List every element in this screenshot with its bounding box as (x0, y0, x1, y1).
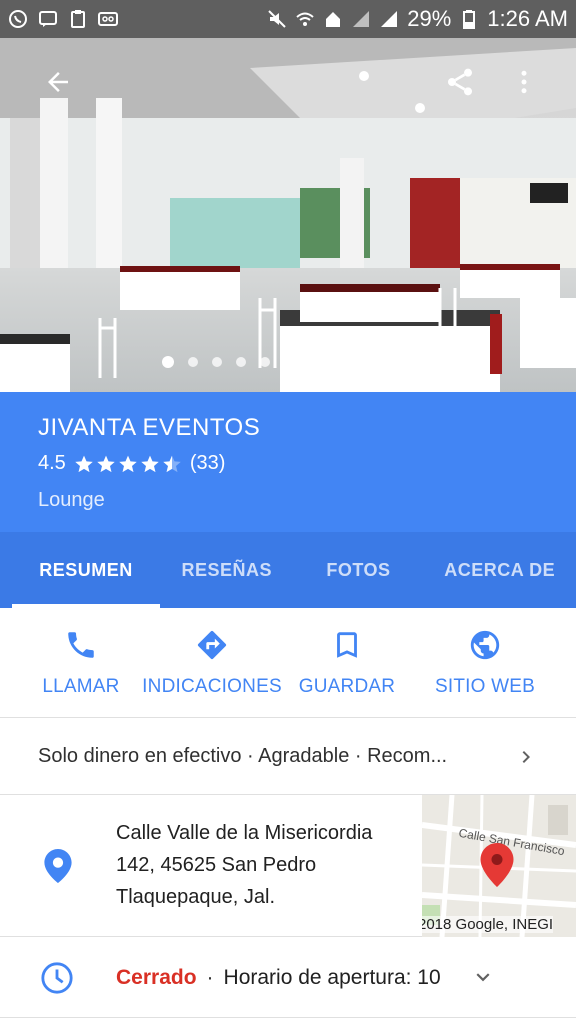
wifi-icon (295, 9, 315, 29)
battery-percent: 29% (407, 6, 452, 31)
carousel-dot[interactable] (284, 357, 294, 367)
highlights-row[interactable]: Solo dinero en efectivo · Agradable · Re… (0, 719, 576, 795)
clock-icon (41, 961, 73, 994)
call-button[interactable]: LLAMAR (6, 608, 156, 717)
rating-stars (74, 454, 182, 474)
signal-icon (379, 9, 399, 29)
bookmark-icon (337, 632, 357, 658)
website-button[interactable]: SITIO WEB (412, 608, 558, 717)
tab-bar: RESUMEN RESEÑAS FOTOS ACERCA DE (0, 532, 576, 608)
rating-row[interactable]: 4.5 (33) (38, 452, 538, 475)
directions-icon (197, 630, 227, 660)
rating-value: 4.5 (38, 452, 66, 474)
more-vert-icon (521, 70, 527, 94)
action-buttons: LLAMAR INDICACIONES GUARDAR SITIO WEB (0, 608, 576, 718)
tab-resenas[interactable]: RESEÑAS (160, 532, 294, 608)
carousel-dot[interactable] (404, 357, 414, 367)
website-label: SITIO WEB (435, 676, 535, 697)
directions-label: INDICACIONES (142, 676, 282, 697)
map-thumbnail[interactable]: Calle San Francisco 2018 Google, INEGI (422, 795, 576, 937)
more-options-button[interactable] (504, 62, 544, 102)
directions-button[interactable]: INDICACIONES (142, 608, 282, 717)
place-header: JIVANTA EVENTOS 4.5 (33) Lounge (0, 392, 576, 532)
signal-icon (351, 9, 371, 29)
photo-carousel[interactable] (0, 38, 576, 392)
place-category: Lounge (38, 489, 105, 511)
star-filled-icon (97, 455, 115, 472)
venue-photo (0, 38, 576, 392)
carousel-dot[interactable] (188, 357, 198, 367)
status-badge: Cerrado (116, 965, 197, 989)
clipboard-icon (68, 9, 88, 29)
save-button[interactable]: GUARDAR (282, 608, 412, 717)
call-label: LLAMAR (42, 676, 120, 697)
star-filled-icon (141, 455, 159, 472)
clock-time: 1:26 AM (487, 6, 568, 31)
tab-acerca-de[interactable]: ACERCA DE (423, 532, 576, 608)
star-half-icon (163, 455, 181, 472)
review-count: (33) (189, 452, 226, 474)
share-icon (448, 68, 472, 96)
carousel-dot[interactable] (308, 357, 318, 367)
share-button[interactable] (440, 62, 480, 102)
carousel-dot[interactable] (162, 356, 174, 368)
carousel-dot[interactable] (380, 357, 390, 367)
carousel-dot[interactable] (236, 357, 246, 367)
opening-hours: Horario de apertura: 10 (223, 965, 441, 989)
carousel-dot[interactable] (212, 357, 222, 367)
map-marker-icon (480, 843, 514, 887)
globe-icon (470, 630, 500, 660)
highlights-text: Solo dinero en efectivo · Agradable · Re… (38, 745, 448, 767)
carousel-dot[interactable] (332, 357, 342, 367)
home-icon (323, 9, 343, 29)
hours-row[interactable]: Cerrado · Horario de apertura: 10 (0, 938, 576, 1018)
chevron-down-icon (476, 973, 490, 982)
place-name: JIVANTA EVENTOS (38, 414, 261, 441)
voicemail-icon (98, 9, 118, 29)
star-filled-icon (75, 455, 93, 472)
tab-resumen[interactable]: RESUMEN (12, 532, 160, 608)
mute-icon (267, 9, 287, 29)
location-pin-icon (44, 849, 72, 883)
map-copyright: 2018 Google, INEGI (422, 916, 554, 933)
chevron-right-icon (522, 750, 530, 763)
hours-separator: · (206, 965, 214, 989)
address-row[interactable]: Calle Valle de la Misericordia 142, 4562… (0, 795, 576, 937)
carousel-dot[interactable] (356, 357, 366, 367)
address-text: Calle Valle de la Misericordia 142, 4562… (116, 822, 373, 908)
phone-icon (68, 632, 94, 658)
save-label: GUARDAR (298, 676, 396, 697)
status-bar: 29% 1:26 AM (0, 0, 576, 38)
message-icon (38, 9, 58, 29)
status-bar-left (8, 9, 118, 29)
tab-fotos[interactable]: FOTOS (294, 532, 424, 608)
star-filled-icon (119, 455, 137, 472)
whatsapp-icon (8, 9, 28, 29)
back-button[interactable] (38, 62, 78, 102)
carousel-dot[interactable] (260, 357, 270, 367)
battery-icon (459, 9, 479, 29)
status-bar-right: 29% 1:26 AM (267, 6, 568, 32)
arrow-back-icon (48, 72, 68, 92)
carousel-indicator (0, 356, 576, 368)
